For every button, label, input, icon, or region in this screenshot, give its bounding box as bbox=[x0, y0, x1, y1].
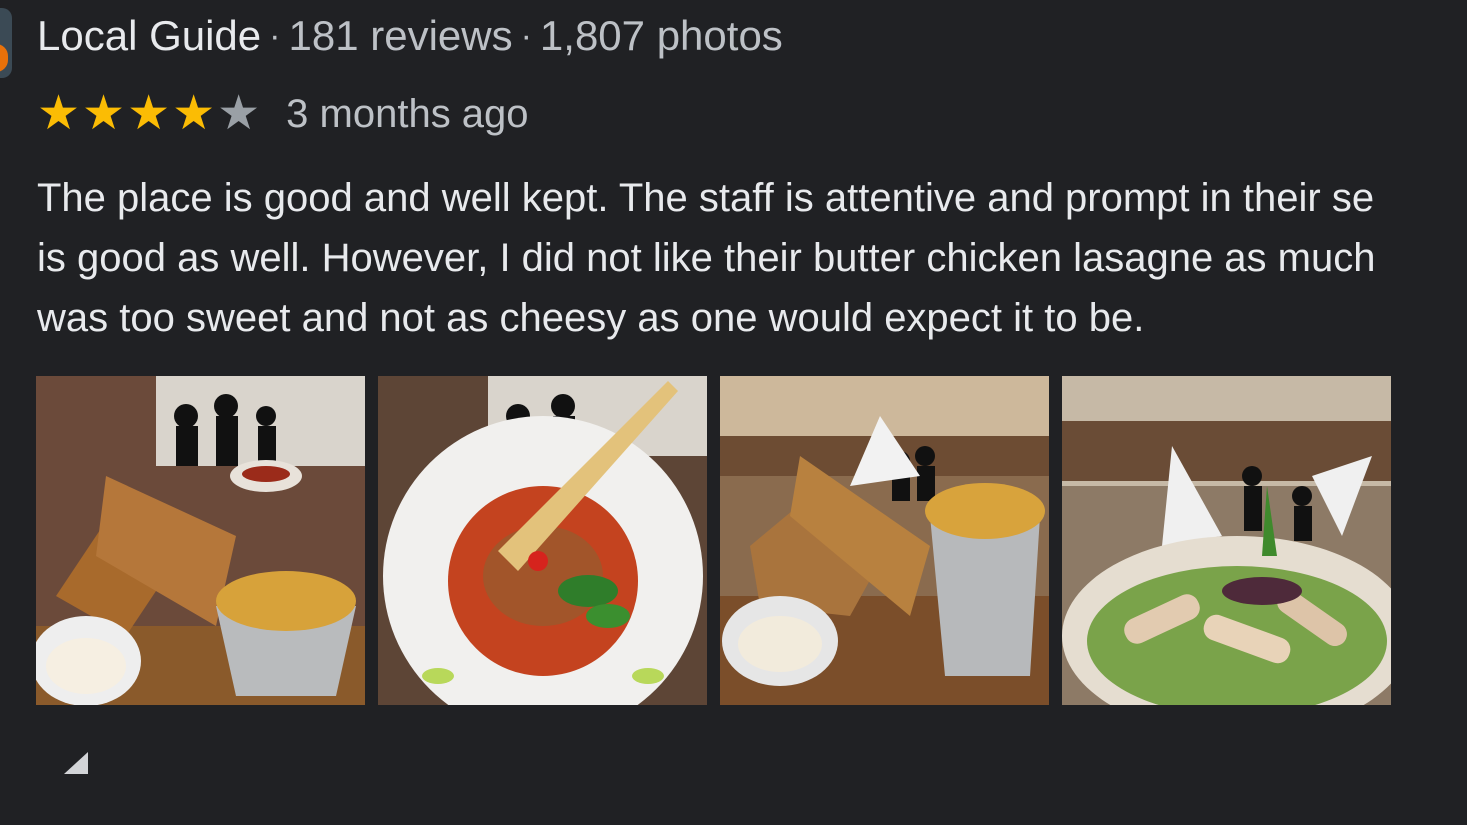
review-photos bbox=[36, 376, 1391, 705]
review-line: is good as well. However, I did not like… bbox=[37, 236, 1376, 280]
photo-count: 1,807 photos bbox=[539, 12, 783, 59]
review-count: 181 reviews bbox=[288, 12, 513, 59]
review-text: The place is good and well kept. The sta… bbox=[37, 168, 1467, 348]
separator: · bbox=[520, 16, 532, 55]
star-icon: ★ bbox=[172, 87, 216, 140]
review-photo-1[interactable] bbox=[36, 376, 365, 705]
star-icon: ★ bbox=[127, 87, 171, 140]
star-icon: ★ bbox=[82, 87, 126, 140]
separator: · bbox=[269, 16, 281, 55]
share-arrow-icon[interactable] bbox=[60, 748, 94, 782]
star-icon: ★ bbox=[37, 87, 81, 140]
review-photo-2[interactable] bbox=[378, 376, 707, 705]
star-icon: ★ bbox=[217, 87, 261, 140]
rating-row: ★ ★ ★ ★ ★ 3 months ago bbox=[37, 88, 529, 140]
local-guide-label: Local Guide bbox=[37, 12, 262, 59]
review-photo-3[interactable] bbox=[720, 376, 1049, 705]
local-guide-badge-icon bbox=[0, 44, 8, 72]
reviewer-avatar[interactable] bbox=[0, 8, 12, 78]
review-photo-4[interactable] bbox=[1062, 376, 1391, 705]
review-line: was too sweet and not as cheesy as one w… bbox=[37, 296, 1145, 340]
star-rating: ★ ★ ★ ★ ★ bbox=[37, 90, 260, 138]
review-time: 3 months ago bbox=[286, 91, 529, 136]
review-line: The place is good and well kept. The sta… bbox=[37, 176, 1375, 220]
reviewer-meta: Local Guide · 181 reviews · 1,807 photos bbox=[37, 12, 783, 60]
